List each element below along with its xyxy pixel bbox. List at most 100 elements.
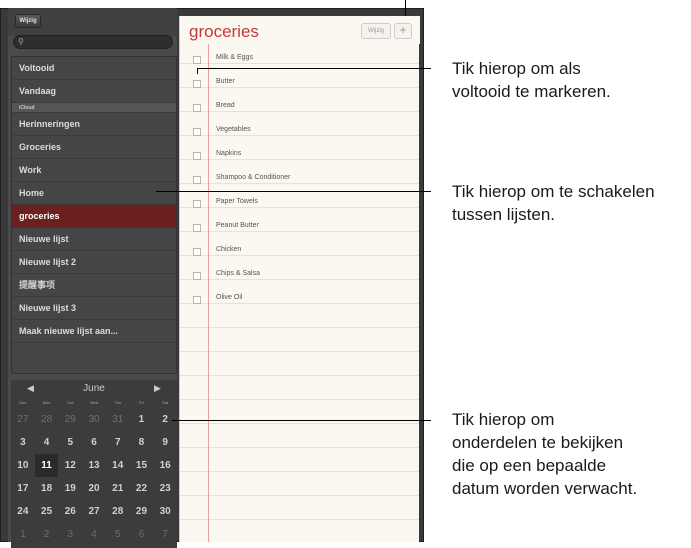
calendar-day[interactable]: 27 — [82, 500, 106, 523]
weekday-label: Sun — [19, 400, 27, 405]
callout-line-add — [405, 0, 406, 16]
calendar-day[interactable]: 27 — [11, 408, 35, 431]
list-item-vandaag[interactable]: Vandaag — [12, 80, 176, 103]
weekday-label: Mon — [42, 400, 51, 405]
weekday-label: Wed — [89, 400, 99, 405]
list-item-nieuwe-lijst-3[interactable]: Nieuwe lijst 3 — [12, 297, 176, 320]
callout-text: tussen lijsten. — [452, 205, 555, 224]
calendar-day[interactable]: 29 — [130, 500, 154, 523]
checkbox[interactable] — [193, 248, 201, 256]
calendar-day[interactable]: 16 — [153, 454, 177, 477]
calendar-day[interactable]: 20 — [82, 477, 106, 500]
callout-text: voltooid te markeren. — [452, 82, 611, 101]
reminder-list-pane: groceries Wijzig + Milk & Eggs Butter Br… — [179, 16, 420, 542]
calendar-day[interactable]: 25 — [35, 500, 59, 523]
reminder-text[interactable]: Paper Towels — [216, 198, 258, 205]
reminder-text[interactable]: Napkins — [216, 150, 241, 157]
callout-line-checkbox — [197, 68, 431, 69]
calendar-week: 1 2 3 4 5 6 7 — [11, 523, 177, 546]
calendar-day[interactable]: 4 — [35, 431, 59, 454]
calendar-day[interactable]: 7 — [106, 431, 130, 454]
list-item-chinese[interactable]: 提醒事项 — [12, 274, 176, 297]
calendar-day[interactable]: 18 — [35, 477, 59, 500]
calendar-day[interactable]: 1 — [11, 523, 35, 546]
checkbox[interactable] — [193, 104, 201, 112]
sidebar-toolbar: Wijzig — [8, 8, 177, 36]
list-item-nieuwe-lijst[interactable]: Nieuwe lijst — [12, 228, 176, 251]
calendar-day[interactable]: 5 — [106, 523, 130, 546]
calendar-week: 17 18 19 20 21 22 23 — [11, 477, 177, 500]
calendar-day[interactable]: 13 — [82, 454, 106, 477]
calendar-day-today[interactable]: 11 — [34, 454, 59, 477]
list-item-groceries[interactable]: Groceries — [12, 136, 176, 159]
reminder-item: Shampoo & Conditioner — [180, 168, 420, 192]
calendar-day[interactable]: 5 — [58, 431, 82, 454]
reminder-text[interactable]: Olive Oil — [216, 294, 242, 301]
calendar-day[interactable]: 26 — [58, 500, 82, 523]
checkbox[interactable] — [193, 224, 201, 232]
list-item-voltooid[interactable]: Voltooid — [12, 57, 176, 80]
list-item-nieuwe-lijst-2[interactable]: Nieuwe lijst 2 — [12, 251, 176, 274]
calendar-day[interactable]: 6 — [130, 523, 154, 546]
calendar-day[interactable]: 2 — [35, 523, 59, 546]
list-edit-button[interactable]: Wijzig — [361, 23, 391, 39]
checkbox[interactable] — [193, 128, 201, 136]
reminder-text[interactable]: Vegetables — [216, 126, 251, 133]
checkbox[interactable] — [193, 56, 201, 64]
calendar-day[interactable]: 3 — [11, 431, 35, 454]
reminder-text[interactable]: Chicken — [216, 246, 241, 253]
checkbox[interactable] — [193, 200, 201, 208]
reminder-text[interactable]: Butter — [216, 78, 235, 85]
calendar-day[interactable]: 7 — [153, 523, 177, 546]
calendar-day[interactable]: 28 — [106, 500, 130, 523]
callout-text: datum worden verwacht. — [452, 479, 638, 498]
list-item-herinneringen[interactable]: Herinneringen — [12, 113, 176, 136]
callout-text: Tik hierop om als — [452, 59, 581, 78]
weekday-label: Fri — [139, 400, 144, 405]
checkbox[interactable] — [193, 272, 201, 280]
next-month-icon[interactable]: ▶ — [154, 383, 161, 394]
reminder-text[interactable]: Shampoo & Conditioner — [216, 174, 290, 181]
checkbox[interactable] — [193, 80, 201, 88]
calendar-day[interactable]: 17 — [11, 477, 35, 500]
calendar-day[interactable]: 29 — [58, 408, 82, 431]
calendar-day[interactable]: 9 — [153, 431, 177, 454]
calendar-day[interactable]: 8 — [130, 431, 154, 454]
reminder-text[interactable]: Peanut Butter — [216, 222, 259, 229]
reminder-item: Chicken — [180, 240, 420, 264]
create-new-list-button[interactable]: Maak nieuwe lijst aan... — [12, 320, 176, 343]
calendar-day[interactable]: 3 — [58, 523, 82, 546]
calendar-day[interactable]: 19 — [58, 477, 82, 500]
checkbox[interactable] — [193, 152, 201, 160]
calendar-day[interactable]: 28 — [35, 408, 59, 431]
calendar-day[interactable]: 21 — [106, 477, 130, 500]
list-item-groceries-selected[interactable]: groceries — [12, 205, 176, 228]
list-item-work[interactable]: Work — [12, 159, 176, 182]
calendar-day[interactable]: 10 — [11, 454, 35, 477]
calendar-day[interactable]: 15 — [130, 454, 154, 477]
calendar-day[interactable]: 4 — [82, 523, 106, 546]
calendar-day[interactable]: 31 — [106, 408, 130, 431]
callout-text: Tik hierop om te schakelen — [452, 182, 655, 201]
reminder-text[interactable]: Chips & Salsa — [216, 270, 260, 277]
calendar-day[interactable]: 30 — [153, 500, 177, 523]
callout-text: Tik hierop om — [452, 410, 555, 429]
calendar-day[interactable]: 30 — [82, 408, 106, 431]
checkbox[interactable] — [193, 296, 201, 304]
calendar-day[interactable]: 12 — [58, 454, 82, 477]
calendar-day[interactable]: 14 — [106, 454, 130, 477]
sidebar-edit-button[interactable]: Wijzig — [15, 14, 41, 28]
calendar-day[interactable]: 24 — [11, 500, 35, 523]
calendar-day[interactable]: 6 — [82, 431, 106, 454]
callout-line-calendar — [172, 420, 431, 421]
search-input[interactable]: ⚲ — [13, 35, 173, 49]
calendar-day[interactable]: 1 — [130, 408, 154, 431]
reminder-text[interactable]: Bread — [216, 102, 235, 109]
calendar-day[interactable]: 22 — [130, 477, 154, 500]
calendar-day[interactable]: 23 — [153, 477, 177, 500]
list-item-home[interactable]: Home — [12, 182, 176, 205]
checkbox[interactable] — [193, 176, 201, 184]
reminder-text[interactable]: Milk & Eggs — [216, 54, 253, 61]
weekday-row: Sun Mon Tue Wed Thu Fri Sat — [11, 398, 177, 408]
add-reminder-button[interactable]: + — [394, 23, 412, 39]
